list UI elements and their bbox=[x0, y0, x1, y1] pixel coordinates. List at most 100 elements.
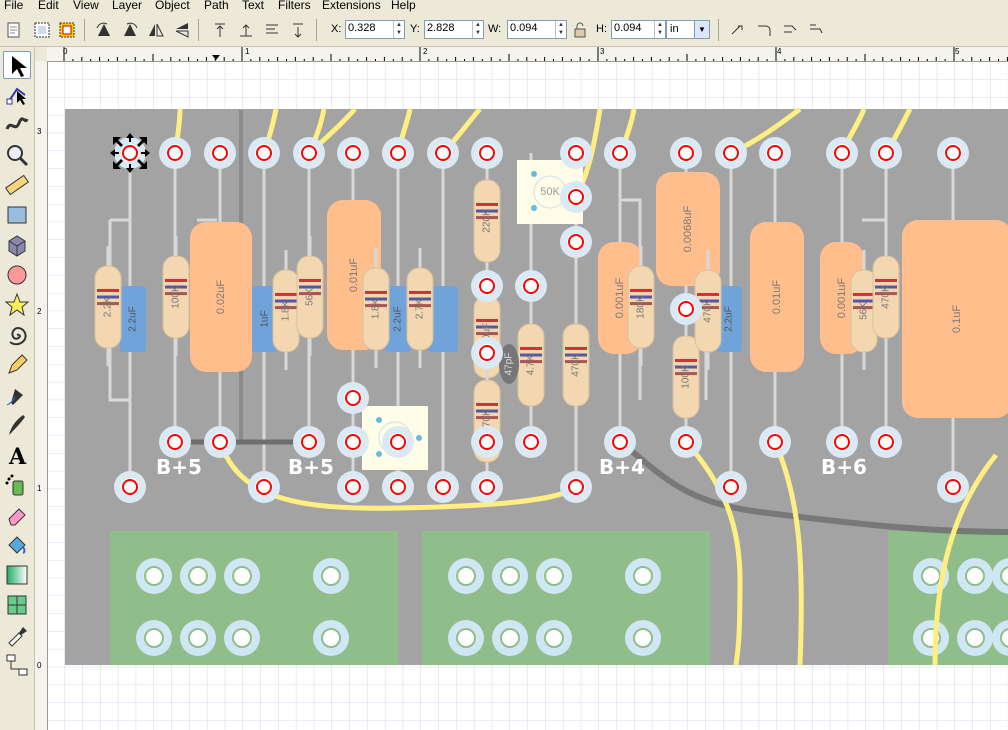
resistor-label[interactable]: 56K bbox=[305, 288, 316, 306]
scale-stroke-icon[interactable] bbox=[728, 20, 748, 40]
resistor-label[interactable]: 100K bbox=[681, 365, 692, 389]
film-capacitor-label[interactable]: 0.1uF bbox=[951, 305, 963, 333]
film-capacitor-label[interactable]: 0.001uF bbox=[614, 278, 626, 319]
rectangle-tool-icon[interactable] bbox=[3, 201, 31, 229]
dropper-tool-icon[interactable] bbox=[3, 621, 31, 649]
invert-selection-icon[interactable] bbox=[57, 20, 77, 40]
resistor-label[interactable]: 470K bbox=[703, 299, 714, 323]
rotate-cw-icon[interactable] bbox=[120, 20, 140, 40]
x-spin-arrows[interactable]: ▲ ▼ bbox=[393, 21, 404, 38]
menu-file[interactable]: File bbox=[4, 0, 23, 12]
move-gradients-icon[interactable] bbox=[780, 20, 800, 40]
electrolytic-capacitor-label[interactable]: 2.2uF bbox=[724, 306, 735, 332]
resistor-label[interactable]: 470K bbox=[881, 285, 892, 309]
drawing-canvas[interactable]: 0.02uF 0.01uF 0.001uF 0.0068uF 0.01uF 0.001uF… bbox=[48, 62, 1008, 730]
3d-box-tool-icon[interactable] bbox=[3, 231, 31, 259]
resistor-label[interactable]: 2.7K bbox=[415, 298, 426, 319]
h-field[interactable]: ▲▼ bbox=[611, 20, 666, 39]
menu-object[interactable]: Object bbox=[155, 0, 190, 12]
electrolytic-capacitor-label[interactable]: 2.2uF bbox=[128, 306, 139, 332]
eraser-tool-icon[interactable] bbox=[3, 501, 31, 529]
spiral-tool-icon[interactable] bbox=[3, 321, 31, 349]
raise-icon[interactable] bbox=[236, 20, 256, 40]
paint-bucket-tool-icon[interactable] bbox=[3, 531, 31, 559]
menu-filters[interactable]: Filters bbox=[278, 0, 311, 12]
select-all-icon[interactable] bbox=[4, 20, 24, 40]
gradient-tool-icon[interactable] bbox=[3, 561, 31, 589]
h-input[interactable] bbox=[614, 22, 653, 34]
resistor-label[interactable]: 2.2K bbox=[103, 296, 114, 317]
w-spin-arrows[interactable]: ▲ ▼ bbox=[555, 21, 566, 38]
chevron-down-icon[interactable]: ▼ bbox=[694, 21, 709, 38]
unit-select[interactable]: in ▼ bbox=[666, 20, 710, 39]
calligraphy-tool-icon[interactable] bbox=[3, 411, 31, 439]
canvas-svg[interactable]: 0.02uF 0.01uF 0.001uF 0.0068uF 0.01uF 0.001uF… bbox=[48, 62, 1008, 730]
lower-icon[interactable] bbox=[262, 20, 282, 40]
text-tool-icon[interactable]: A bbox=[3, 441, 31, 470]
star-tool-icon[interactable] bbox=[3, 291, 31, 319]
spray-tool-icon[interactable] bbox=[3, 471, 31, 499]
menu-edit[interactable]: Edit bbox=[38, 0, 59, 12]
resistor-label[interactable]: 220K bbox=[482, 209, 493, 233]
raise-to-top-icon[interactable] bbox=[210, 20, 230, 40]
node-tool-icon[interactable] bbox=[3, 81, 31, 109]
y-field[interactable]: ▲▼ bbox=[424, 20, 484, 39]
mesh-tool-icon[interactable] bbox=[3, 591, 31, 619]
trim-pot-label[interactable]: 50K bbox=[540, 186, 560, 198]
film-capacitor-label[interactable]: 0.01uF bbox=[771, 280, 783, 315]
bplus-label[interactable]: B+5 bbox=[156, 455, 202, 479]
bplus-label[interactable]: B+6 bbox=[821, 455, 867, 479]
film-capacitor-label[interactable]: 0.0068uF bbox=[682, 205, 694, 252]
tweak-tool-icon[interactable] bbox=[3, 111, 31, 139]
measure-tool-icon[interactable] bbox=[3, 171, 31, 199]
w-field[interactable]: ▲▼ bbox=[507, 20, 567, 39]
film-capacitor-label[interactable]: 0.001uF bbox=[836, 278, 848, 319]
pen-tool-icon[interactable] bbox=[3, 381, 31, 409]
resistor-label[interactable]: 56K bbox=[859, 302, 870, 320]
film-capacitor-label[interactable]: 0.01uF bbox=[348, 258, 360, 293]
hruler-label: 1 bbox=[245, 47, 250, 56]
resistor-label[interactable]: 470K bbox=[571, 353, 582, 377]
h-spin-arrows[interactable]: ▲ ▼ bbox=[654, 21, 665, 38]
electrolytic-capacitor-label[interactable]: 2.2uF bbox=[393, 306, 404, 332]
resistor-label[interactable]: 4.7K bbox=[526, 354, 537, 375]
menu-layer[interactable]: Layer bbox=[112, 0, 142, 12]
pencil-tool-icon[interactable] bbox=[3, 351, 31, 379]
resistor-label[interactable]: 1.8K bbox=[281, 300, 292, 321]
vertical-ruler[interactable]: 3 2 1 0 bbox=[35, 61, 48, 730]
rotate-ccw-icon[interactable] bbox=[94, 20, 114, 40]
film-capacitor-label[interactable]: 0.02uF bbox=[215, 280, 227, 315]
y-spin-arrows[interactable]: ▲ ▼ bbox=[472, 21, 483, 38]
electrolytic-capacitor-label[interactable]: 1uF bbox=[260, 310, 271, 327]
lock-ratio-icon[interactable] bbox=[570, 20, 586, 40]
move-patterns-icon[interactable] bbox=[806, 20, 826, 40]
resistor-label[interactable]: 1.8K bbox=[371, 298, 382, 319]
x-field[interactable]: ▲▼ bbox=[345, 20, 405, 39]
vruler-label: 2 bbox=[37, 307, 42, 316]
menu-help[interactable]: Help bbox=[391, 0, 416, 12]
x-input[interactable] bbox=[348, 22, 392, 34]
resistor-label[interactable]: 180K bbox=[636, 295, 647, 319]
menu-extensions[interactable]: Extensions bbox=[322, 0, 381, 12]
flip-vertical-icon[interactable] bbox=[172, 20, 192, 40]
resistor-label[interactable]: 100K bbox=[171, 285, 182, 309]
hruler-label: 0 bbox=[63, 47, 68, 56]
bplus-label[interactable]: B+5 bbox=[288, 455, 334, 479]
y-input[interactable] bbox=[427, 22, 471, 34]
bplus-label[interactable]: B+4 bbox=[599, 455, 645, 479]
hruler-label: 5 bbox=[955, 47, 960, 56]
ellipse-tool-icon[interactable] bbox=[3, 261, 31, 289]
flip-horizontal-icon[interactable] bbox=[146, 20, 166, 40]
menu-text[interactable]: Text bbox=[242, 0, 264, 12]
lower-to-bottom-icon[interactable] bbox=[288, 20, 308, 40]
w-input[interactable] bbox=[510, 22, 554, 34]
menu-path[interactable]: Path bbox=[204, 0, 229, 12]
connector-tool-icon[interactable] bbox=[3, 651, 31, 679]
zoom-tool-icon[interactable] bbox=[3, 141, 31, 169]
selector-tool-icon[interactable] bbox=[3, 51, 31, 79]
horizontal-ruler[interactable]: 0 1 2 3 4 5 bbox=[47, 47, 1008, 62]
ceramic-capacitor-label[interactable]: 47pF bbox=[504, 353, 515, 376]
menu-view[interactable]: View bbox=[73, 0, 99, 12]
scale-corners-icon[interactable] bbox=[754, 20, 774, 40]
select-all-layers-icon[interactable] bbox=[32, 20, 52, 40]
